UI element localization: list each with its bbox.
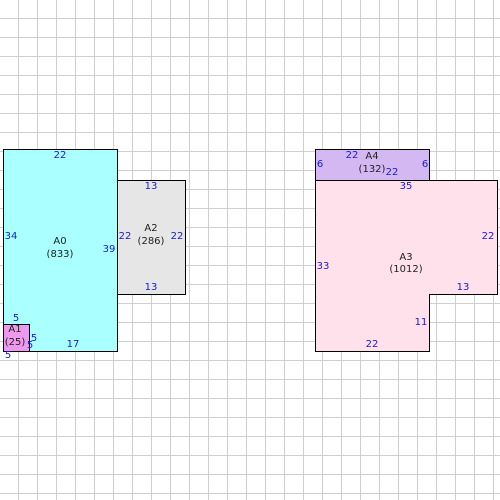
a4-top-dimension: 22 <box>345 150 359 161</box>
room-a4-name: A4 <box>365 151 379 162</box>
a1-bottom-dimension: 5 <box>4 350 12 361</box>
room-a2-name: A2 <box>144 223 158 234</box>
room-a1-area: (25) <box>4 337 26 348</box>
a3-top-dimension: 35 <box>399 181 413 192</box>
a4-bottom-dimension: 22 <box>385 167 399 178</box>
a3-notch-side-dimension: 11 <box>414 317 428 328</box>
a4-left-dimension: 6 <box>316 159 324 170</box>
room-a3-name: A3 <box>399 252 413 263</box>
a0-top-dimension: 22 <box>53 150 67 161</box>
a0-right-dimension: 39 <box>102 244 116 255</box>
a3-notch-top-dimension: 13 <box>456 282 470 293</box>
a2-top-dimension: 13 <box>144 181 158 192</box>
room-a2-area: (286) <box>137 236 165 247</box>
room-a3-area: (1012) <box>389 264 423 275</box>
a1-top-dimension: 5 <box>26 340 34 351</box>
room-a4-area: (132) <box>358 164 386 175</box>
room-a0-area: (833) <box>46 249 74 260</box>
a0-left-dimension: 34 <box>4 231 18 242</box>
a2-left-dimension: 22 <box>118 231 132 242</box>
a3-right-dimension: 22 <box>481 231 495 242</box>
a4-right-dimension: 6 <box>421 159 429 170</box>
room-shapes <box>3 149 498 352</box>
a3-left-dimension: 33 <box>316 261 330 272</box>
a2-bottom-dimension: 13 <box>144 282 158 293</box>
a3-bottom-dimension: 22 <box>365 339 379 350</box>
a2-right-dimension: 22 <box>170 231 184 242</box>
floorplan-canvas: A0 (833) 22 34 39 17 5 A1 (25) 5 5 5 A2 … <box>0 0 500 500</box>
room-a1-name: A1 <box>8 324 22 335</box>
room-a0-name: A0 <box>53 236 67 247</box>
a0-bottom-dimension: 17 <box>66 339 80 350</box>
